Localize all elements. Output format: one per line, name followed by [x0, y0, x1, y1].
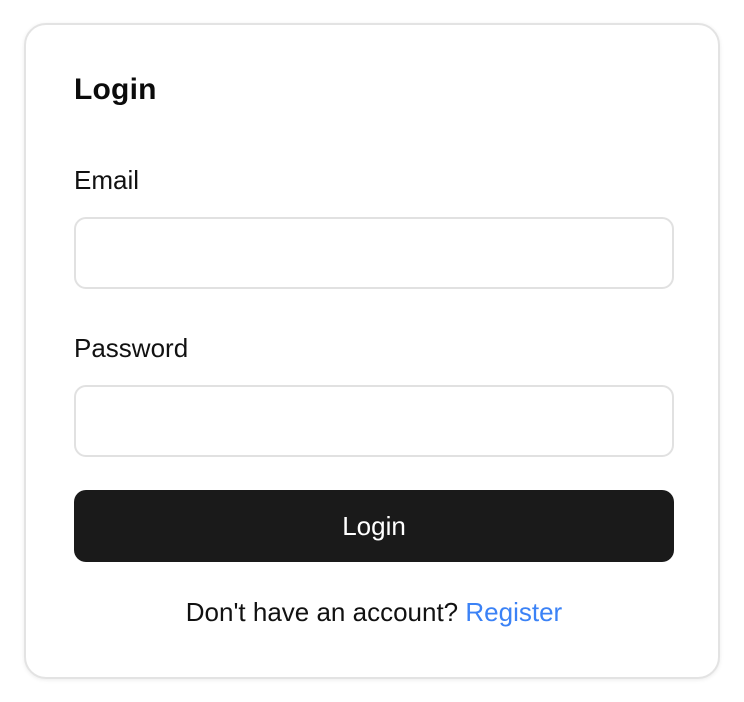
login-title: Login: [74, 73, 157, 106]
password-field[interactable]: [74, 385, 674, 457]
login-button[interactable]: Login: [74, 490, 674, 562]
password-label: Password: [74, 333, 189, 363]
register-prompt-text: Don't have an account?: [185, 597, 459, 627]
register-prompt: Don't have an account? Register: [26, 597, 722, 628]
login-card: Login Email Password Login Don't have an…: [24, 23, 720, 679]
email-field[interactable]: [74, 217, 674, 289]
email-label: Email: [74, 165, 140, 195]
register-link[interactable]: Register: [465, 597, 562, 627]
